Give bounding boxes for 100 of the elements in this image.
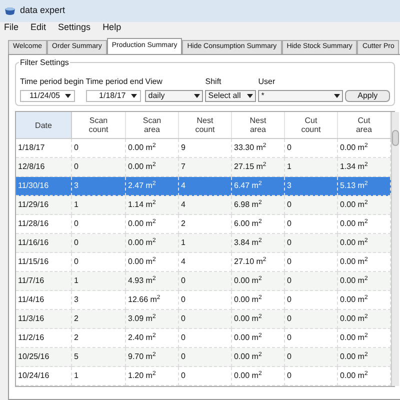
- table-cell: 0: [287, 294, 292, 306]
- dropdown-arrow-icon: [65, 94, 71, 98]
- table-cell: 0.00 m$^{2}$: [340, 218, 368, 230]
- column-header[interactable]: Scan count: [84, 116, 112, 134]
- dropdown-arrow-icon: [334, 94, 340, 98]
- table-cell: 0.00 m$^{2}$: [340, 370, 368, 382]
- dropdown-arrow-icon: [130, 94, 137, 98]
- table-cell: 0: [287, 256, 292, 268]
- table-cell: 1.34 m$^{2}$: [340, 161, 368, 173]
- table-cell: 0.00 m$^{2}$: [234, 275, 262, 287]
- table-cell: 10/25/16: [18, 351, 50, 363]
- table-row[interactable]: 11/7/16 1 4.93 m$^{2}$ 0 0.00 m$^{2}$ 0 0.00 m$^{2}$: [16, 272, 391, 291]
- menu-item[interactable]: File: [4, 21, 19, 35]
- table-cell: 0.00 m$^{2}$: [234, 294, 262, 306]
- table-row[interactable]: 10/24/16 1 1.20 m$^{2}$ 0 0.00 m$^{2}$ 0 0.00 m$^{2}$: [16, 367, 391, 386]
- table-cell: 0: [74, 256, 78, 268]
- table-row[interactable]: 11/15/16 0 0.00 m$^{2}$ 4 27.10 m$^{2}$ 0 0.00 m$^{2}$: [16, 253, 391, 272]
- column-header[interactable]: Date: [30, 120, 58, 130]
- table-row[interactable]: 11/28/16 0 0.00 m$^{2}$ 2 6.00 m$^{2}$ 0 0.00 m$^{2}$: [16, 215, 391, 234]
- table-cell: 0.00 m$^{2}$: [340, 294, 368, 306]
- table-cell: 11/4/16: [18, 294, 44, 306]
- table-cell: 0: [74, 161, 78, 173]
- table-cell: 0: [181, 351, 186, 363]
- table-cell: 0.00 m$^{2}$: [234, 332, 262, 344]
- dropdown[interactable]: *: [258, 90, 344, 102]
- table-cell: 0: [181, 313, 186, 325]
- table-row[interactable]: 10/25/16 5 9.70 m$^{2}$ 0 0.00 m$^{2}$ 0 0.00 m$^{2}$: [16, 348, 391, 367]
- table-row[interactable]: 11/2/16 2 2.40 m$^{2}$ 0 0.00 m$^{2}$ 0 0.00 m$^{2}$: [16, 329, 391, 348]
- table-cell: 0.00 m$^{2}$: [128, 237, 156, 249]
- dropdown[interactable]: daily: [145, 90, 204, 102]
- table-cell: 0.00 m$^{2}$: [340, 313, 368, 325]
- column-header[interactable]: Cut count: [297, 116, 325, 134]
- table-cell: 1.20 m$^{2}$: [128, 370, 156, 382]
- table-cell: 1: [74, 199, 78, 211]
- table-row[interactable]: 11/29/16 1 1.14 m$^{2}$ 4 6.98 m$^{2}$ 0 0.00 m$^{2}$: [16, 196, 391, 215]
- table-cell: 3.09 m$^{2}$: [128, 313, 156, 325]
- date-picker[interactable]: 1/18/17: [86, 90, 141, 102]
- table-cell: 0: [181, 370, 186, 382]
- table-cell: 0.00 m$^{2}$: [340, 275, 368, 287]
- table-cell: 4.93 m$^{2}$: [128, 275, 156, 287]
- table-cell: 0.00 m$^{2}$: [340, 332, 368, 344]
- dropdown-arrow-icon: [247, 94, 254, 98]
- table-cell: 2.47 m$^{2}$: [128, 180, 156, 192]
- table-row[interactable]: 11/4/16 3 12.66 m$^{2}$ 0 0.00 m$^{2}$ 0 0.00 m$^{2}$: [16, 291, 391, 310]
- table-row[interactable]: 11/3/16 2 3.09 m$^{2}$ 0 0.00 m$^{2}$ 0 0.00 m$^{2}$: [16, 310, 391, 329]
- table-cell: 0: [74, 218, 78, 230]
- dropdown-arrow-icon: [194, 94, 200, 98]
- menu-item[interactable]: Edit: [30, 21, 46, 35]
- app-logo-icon: [4, 6, 16, 16]
- table-cell: 0: [287, 218, 292, 230]
- table-cell: 11/2/16: [18, 332, 44, 344]
- column-header[interactable]: Nest area: [244, 116, 272, 134]
- table-cell: 0: [287, 370, 292, 382]
- table-row[interactable]: 11/30/16 3 2.47 m$^{2}$ 4 6.47 m$^{2}$ 3 5.13 m$^{2}$: [16, 177, 391, 196]
- table-cell: 4: [181, 180, 186, 192]
- table-cell: 7: [181, 161, 186, 173]
- table-cell: 1: [74, 275, 78, 287]
- table-cell: 11/3/16: [18, 313, 44, 325]
- table-cell: 11/30/16: [18, 180, 49, 192]
- window-title: data expert: [20, 4, 66, 18]
- table-cell: 0.00 m$^{2}$: [128, 142, 156, 154]
- table-cell: 6.00 m$^{2}$: [234, 218, 262, 230]
- field-label: Shift: [205, 76, 222, 88]
- table-cell: 5: [74, 351, 78, 363]
- table-cell: 1: [181, 237, 186, 249]
- menu-item[interactable]: Help: [102, 21, 122, 35]
- table-cell: 11/29/16: [18, 199, 49, 211]
- table-cell: 0: [287, 351, 292, 363]
- apply-button[interactable]: Apply: [345, 90, 390, 102]
- table-cell: 0.00 m$^{2}$: [340, 256, 368, 268]
- table-cell: 2.40 m$^{2}$: [128, 332, 156, 344]
- table-cell: 0.00 m$^{2}$: [234, 351, 262, 363]
- table-row[interactable]: 1/18/17 0 0.00 m$^{2}$ 9 33.30 m$^{2}$ 0 0.00 m$^{2}$: [16, 139, 391, 158]
- menu-item[interactable]: Settings: [58, 21, 91, 35]
- table-row[interactable]: 11/16/16 0 0.00 m$^{2}$ 1 3.84 m$^{2}$ 0 0.00 m$^{2}$: [16, 234, 391, 253]
- table-cell: 0: [287, 332, 292, 344]
- table-cell: 9.70 m$^{2}$: [128, 351, 156, 363]
- date-picker[interactable]: 11/24/05: [20, 90, 75, 102]
- table-cell: 11/15/16: [18, 256, 49, 268]
- field-label: Time period end: [86, 76, 144, 88]
- table-cell: 6.47 m$^{2}$: [234, 180, 262, 192]
- table-row[interactable]: 12/8/16 0 0.00 m$^{2}$ 7 27.15 m$^{2}$ 1 1.34 m$^{2}$: [16, 158, 391, 177]
- table-cell: 0: [287, 275, 292, 287]
- table-cell: 9: [181, 142, 186, 154]
- table-cell: 11/16/16: [18, 237, 49, 249]
- column-header[interactable]: Nest count: [191, 116, 219, 134]
- table-cell: 2: [74, 332, 78, 344]
- table-cell: 0.00 m$^{2}$: [340, 199, 368, 211]
- column-header[interactable]: Cut area: [350, 116, 378, 134]
- table-cell: 0.00 m$^{2}$: [128, 218, 156, 230]
- table-cell: 0.00 m$^{2}$: [234, 313, 262, 325]
- dropdown[interactable]: Select all: [205, 90, 256, 102]
- table-cell: 0: [287, 199, 292, 211]
- table-cell: 4: [181, 199, 186, 211]
- table-cell: 0: [287, 142, 292, 154]
- table-cell: 0.00 m$^{2}$: [128, 161, 156, 173]
- table-cell: 0: [74, 237, 78, 249]
- table-cell: 1.14 m$^{2}$: [128, 199, 156, 211]
- column-header[interactable]: Scan area: [138, 116, 166, 134]
- table-cell: 0.00 m$^{2}$: [340, 142, 368, 154]
